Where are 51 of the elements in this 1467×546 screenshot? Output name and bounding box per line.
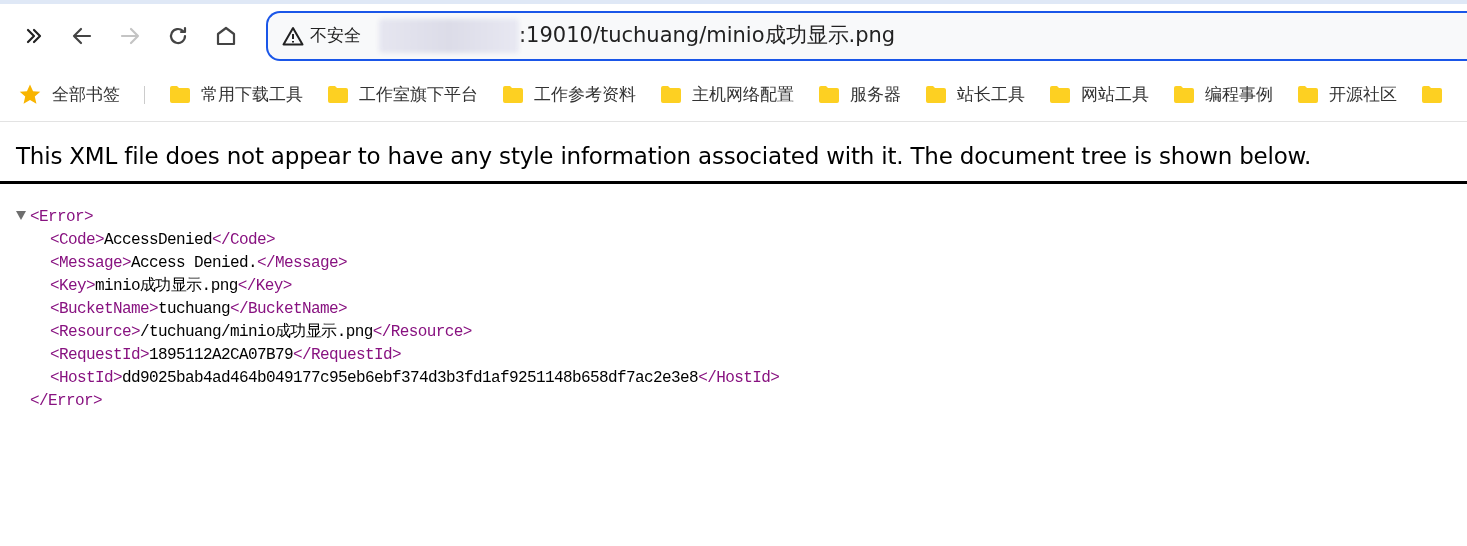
address-bar[interactable]: 不安全 :19010/tuchuang/minio成功显示.png — [266, 11, 1467, 61]
xml-tag: <Message> — [50, 253, 131, 272]
folder-icon — [1173, 85, 1195, 104]
bookmark-folder[interactable]: 网站工具 — [1049, 81, 1149, 108]
folder-icon — [502, 85, 524, 104]
not-secure-indicator[interactable]: 不安全 — [282, 23, 361, 49]
folder-icon — [169, 85, 191, 104]
folder-icon — [660, 85, 682, 104]
all-bookmarks-button[interactable]: 全部书签 — [18, 81, 120, 108]
folder-icon — [818, 85, 840, 104]
xml-value: Access Denied. — [131, 253, 258, 272]
xml-tag: </HostId> — [698, 368, 780, 387]
xml-value: minio成功显示.png — [95, 276, 238, 295]
xml-tag: </Code> — [212, 230, 276, 249]
folder-icon — [1049, 85, 1071, 104]
xml-notice: This XML file does not appear to have any style information associated with it. The document tree is shown below. — [16, 142, 1313, 171]
bookmark-folder[interactable]: 工作室旗下平台 — [327, 81, 478, 108]
xml-tag: </Message> — [257, 253, 348, 272]
xml-tag: <RequestId> — [50, 345, 150, 364]
bookmark-folder[interactable]: 编程事例 — [1173, 81, 1273, 108]
star-icon — [18, 83, 42, 106]
xml-tag: <Resource> — [50, 322, 141, 341]
xml-tag: <Error> — [30, 207, 93, 226]
xml-tag: </Key> — [237, 276, 292, 295]
url-text: :19010/tuchuang/minio成功显示.png — [519, 22, 896, 50]
folder-icon — [327, 85, 349, 104]
xml-tag: <Code> — [50, 230, 104, 249]
xml-value: 1895112A2CA07B79 — [149, 345, 294, 364]
xml-value: /tuchuang/minio成功显示.png — [140, 322, 373, 341]
folder-icon — [1297, 85, 1319, 104]
collapse-toggle[interactable] — [16, 210, 26, 220]
folder-icon — [925, 85, 947, 104]
bookmark-folder[interactable]: 常用下载工具 — [169, 81, 303, 108]
xml-value: tuchuang — [158, 299, 231, 318]
xml-tag: <BucketName> — [50, 299, 159, 318]
bookmark-folder[interactable]: 开源社区 — [1297, 81, 1397, 108]
xml-tag: </RequestId> — [293, 345, 402, 364]
xml-tag: <Key> — [50, 276, 95, 295]
bookmark-folder[interactable]: 工作参考资料 — [502, 81, 636, 108]
home-icon — [214, 24, 238, 48]
bookmark-folder[interactable]: 站长工具 — [925, 81, 1025, 108]
xml-tag: </BucketName> — [230, 299, 348, 318]
xml-value: AccessDenied — [104, 230, 213, 249]
warning-icon — [282, 26, 304, 46]
folder-icon — [1421, 85, 1443, 104]
xml-value: dd9025bab4ad464b049177c95eb6ebf374d3b3fd1af9251148b658df7ac2e3e8 — [122, 368, 699, 387]
xml-tag: </Error> — [30, 391, 102, 410]
xml-tag: </Resource> — [372, 322, 472, 341]
bookmark-folder[interactable]: 主机网络配置 — [660, 81, 794, 108]
bookmark-folder[interactable]: 服务器 — [818, 81, 901, 108]
xml-tag: <HostId> — [50, 368, 122, 387]
